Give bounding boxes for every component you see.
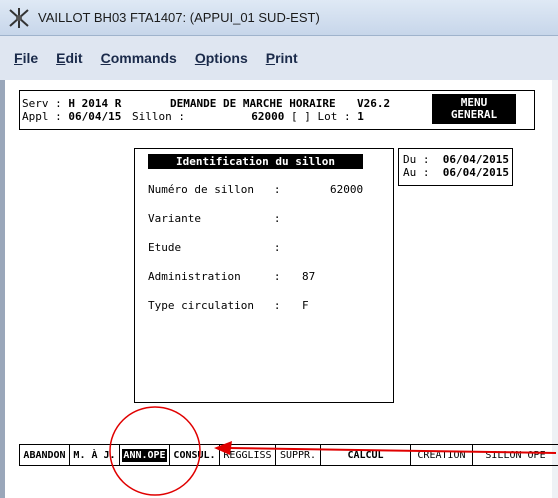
fkey-consul[interactable]: CONSUL. bbox=[170, 445, 220, 465]
window-title-bar: VAILLOT BH03 FTA1407: (APPUI_01 SUD-EST) bbox=[0, 0, 558, 36]
fkey-creation[interactable]: CREATION bbox=[411, 445, 473, 465]
appl-value: 06/04/15 bbox=[68, 110, 122, 123]
version-label: V26.2 bbox=[357, 97, 391, 110]
menu-general-button[interactable]: MENU GENERAL bbox=[432, 94, 516, 124]
app-logo-icon bbox=[9, 7, 29, 28]
field-label-type-circulation: Type circulation : bbox=[148, 299, 281, 312]
window-right-border bbox=[552, 80, 558, 498]
fkey-suppr[interactable]: SUPPR. bbox=[276, 445, 321, 465]
menu-bar: File Edit Commands Options Print bbox=[0, 36, 558, 80]
au-row: Au : 06/04/2015 bbox=[403, 166, 509, 179]
du-value: 06/04/2015 bbox=[442, 153, 509, 166]
function-key-bar: ABANDON M. À J. ANN.OPE CONSUL. REGGLISS… bbox=[19, 444, 558, 466]
fkey-maj[interactable]: M. À J. bbox=[70, 445, 120, 465]
lot-value: 1 bbox=[357, 110, 364, 123]
identification-title: Identification du sillon bbox=[148, 154, 363, 169]
field-value-numero[interactable]: 62000 bbox=[330, 183, 363, 196]
menu-options[interactable]: Options bbox=[195, 50, 248, 66]
field-value-type-circulation[interactable]: F bbox=[302, 299, 309, 312]
fkey-abandon[interactable]: ABANDON bbox=[20, 445, 70, 465]
fkey-sillon-ope[interactable]: SILLON OPE bbox=[473, 445, 558, 465]
au-value: 06/04/2015 bbox=[442, 166, 509, 179]
serv-value: H 2014 R bbox=[68, 97, 122, 110]
menu-print[interactable]: Print bbox=[266, 50, 298, 66]
menu-file[interactable]: File bbox=[14, 50, 38, 66]
field-value-administration[interactable]: 87 bbox=[302, 270, 315, 283]
fkey-calcul[interactable]: CALCUL bbox=[321, 445, 411, 465]
field-label-numero: Numéro de sillon : bbox=[148, 183, 281, 196]
appl-row: Appl : 06/04/15 bbox=[22, 110, 122, 123]
serv-row: Serv : H 2014 R bbox=[22, 97, 122, 110]
fkey-ann-ope[interactable]: ANN.OPE bbox=[120, 445, 170, 465]
field-label-administration: Administration : bbox=[148, 270, 281, 283]
sillon-row: Sillon : 62000 [ ] Lot : 1 bbox=[132, 110, 364, 123]
sillon-header-value: 62000 bbox=[251, 110, 285, 123]
window-left-border bbox=[0, 80, 5, 498]
field-label-variante: Variante : bbox=[148, 212, 281, 225]
page-title: DEMANDE DE MARCHE HORAIRE bbox=[170, 97, 336, 110]
fkey-reggliss[interactable]: REGGLISS bbox=[220, 445, 276, 465]
du-row: Du : 06/04/2015 bbox=[403, 153, 509, 166]
menu-edit[interactable]: Edit bbox=[56, 50, 82, 66]
field-label-etude: Etude : bbox=[148, 241, 281, 254]
menu-commands[interactable]: Commands bbox=[101, 50, 177, 66]
window-title: VAILLOT BH03 FTA1407: (APPUI_01 SUD-EST) bbox=[38, 10, 320, 25]
